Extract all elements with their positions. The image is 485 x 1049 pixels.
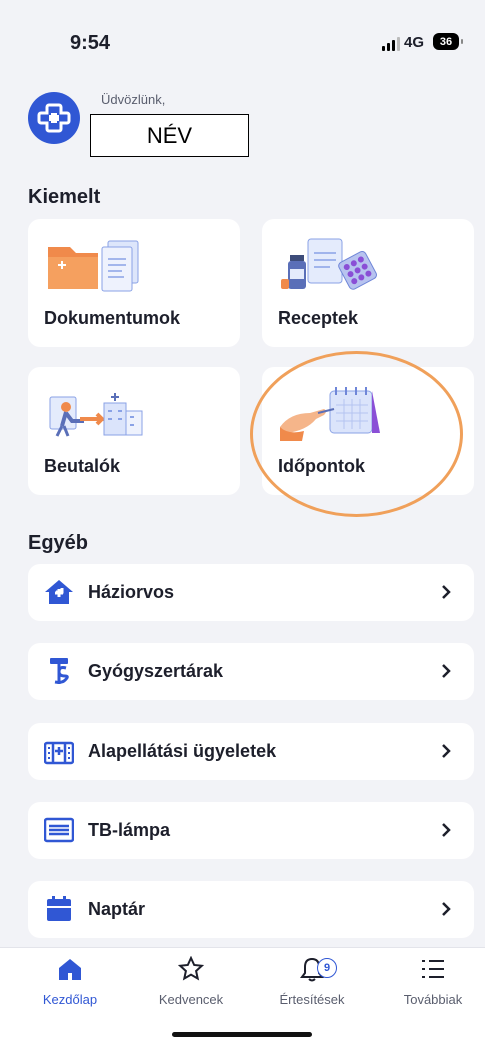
battery-level: 36 (439, 35, 453, 48)
home-indicator[interactable] (172, 1032, 312, 1037)
tile-prescriptions[interactable]: Receptek (262, 219, 474, 347)
tab-label: Továbbiak (403, 992, 463, 1007)
tab-notifications[interactable]: 9 Értesítések (262, 956, 362, 1007)
tab-label: Értesítések (279, 992, 345, 1007)
list-item-calendar[interactable]: Naptár (28, 881, 474, 938)
list-item-label: Háziorvos (88, 582, 175, 602)
signal-icon (382, 37, 400, 51)
menu-list-icon (422, 960, 444, 978)
chevron-right-icon (442, 585, 451, 599)
chevron-right-icon (442, 664, 451, 678)
featured-section-title: Kiemelt (28, 186, 101, 208)
app-logo-icon (28, 92, 80, 144)
tile-label: Receptek (278, 308, 359, 328)
house-medical-icon (45, 580, 73, 604)
calendar-icon (47, 896, 71, 921)
user-name: NÉV (90, 114, 249, 157)
tile-referrals[interactable]: Beutalók (28, 367, 240, 495)
home-icon (59, 959, 81, 980)
prescriptions-icon (281, 238, 377, 290)
tile-label: Beutalók (44, 456, 121, 476)
list-item-label: Gyógyszertárak (88, 661, 224, 681)
tile-label: Időpontok (278, 456, 365, 476)
pharmacy-icon (50, 658, 69, 684)
chevron-right-icon (442, 902, 451, 916)
list-item-pharmacies[interactable]: Gyógyszertárak (28, 643, 474, 700)
notification-count-badge: 9 (317, 958, 337, 978)
tile-label: Dokumentumok (44, 308, 181, 328)
chevron-right-icon (442, 823, 451, 837)
greeting-text: Üdvözlünk, (101, 92, 166, 107)
star-icon (177, 955, 205, 981)
tab-home[interactable]: Kezdőlap (20, 956, 120, 1007)
hospital-building-icon (44, 741, 74, 765)
tab-favorites[interactable]: Kedvencek (141, 955, 241, 1007)
documents-folder-icon (48, 240, 139, 292)
tab-label: Kedvencek (158, 992, 224, 1007)
list-box-icon (44, 817, 74, 843)
list-item-tb-lamp[interactable]: TB-lámpa (28, 802, 474, 859)
network-type: 4G (404, 34, 425, 51)
status-bar: 9:54 4G 36 (0, 0, 485, 80)
tile-appointments[interactable]: Időpontok (262, 367, 474, 495)
appointments-calendar-icon (280, 387, 380, 441)
chevron-right-icon (442, 744, 451, 758)
list-item-label: Naptár (88, 899, 146, 919)
tab-label: Kezdőlap (42, 992, 98, 1007)
list-item-family-doctor[interactable]: Háziorvos (28, 564, 474, 621)
status-time: 9:54 (70, 32, 111, 54)
tab-more[interactable]: Továbbiak (383, 956, 483, 1007)
list-item-label: Alapellátási ügyeletek (88, 741, 277, 761)
list-item-primary-care-duty[interactable]: Alapellátási ügyeletek (28, 723, 474, 780)
other-section-title: Egyéb (28, 532, 89, 554)
referrals-icon (49, 393, 143, 437)
battery-icon: 36 (433, 33, 463, 50)
tile-documents[interactable]: Dokumentumok (28, 219, 240, 347)
list-item-label: TB-lámpa (88, 820, 171, 840)
